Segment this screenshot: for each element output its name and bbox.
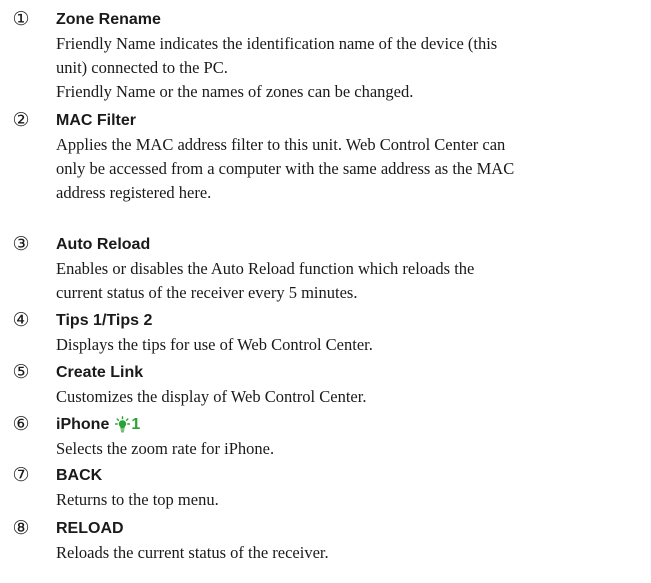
description-line: Customizes the display of Web Control Ce…	[56, 387, 367, 406]
item-number: ②	[12, 109, 30, 131]
list-item-zone-rename: ① Zone Rename Friendly Name indicates th…	[0, 7, 497, 104]
item-description: Customizes the display of Web Control Ce…	[56, 385, 366, 409]
item-description: Reloads the current status of the receiv…	[56, 541, 329, 565]
item-title-row: iPhone 1	[56, 412, 274, 437]
list-item-reload: ⑧ RELOAD Reloads the current status of t…	[0, 516, 329, 565]
list-item-back: ⑦ BACK Returns to the top menu.	[0, 463, 219, 512]
description-line: Enables or disables the Auto Reload func…	[56, 259, 475, 278]
description-line: Displays the tips for use of Web Control…	[56, 335, 373, 354]
item-number: ⑦	[12, 464, 30, 486]
list-item-tips: ④ Tips 1/Tips 2 Displays the tips for us…	[0, 308, 373, 357]
list-item-create-link: ⑤ Create Link Customizes the display of …	[0, 360, 366, 409]
description-line: Applies the MAC address filter to this u…	[56, 135, 506, 154]
tip-bulb-icon	[115, 416, 131, 433]
description-line: only be accessed from a computer with th…	[56, 159, 515, 178]
item-description: Selects the zoom rate for iPhone.	[56, 437, 274, 461]
item-description: Friendly Name indicates the identificati…	[56, 32, 497, 104]
item-number: ⑧	[12, 517, 30, 539]
item-title: Create Link	[56, 364, 144, 381]
item-number: ③	[12, 233, 30, 255]
description-line: Friendly Name indicates the identificati…	[56, 34, 498, 53]
description-line: Returns to the top menu.	[56, 490, 219, 509]
description-line: current status of the receiver every 5 m…	[56, 283, 358, 302]
note-number: 1	[131, 416, 141, 433]
item-title: MAC Filter	[56, 112, 136, 129]
item-description: Enables or disables the Auto Reload func…	[56, 257, 474, 305]
note-reference: 1	[115, 412, 140, 437]
item-description: Returns to the top menu.	[56, 488, 219, 512]
description-line: Friendly Name or the names of zones can …	[56, 82, 414, 101]
item-title: Tips 1/Tips 2	[56, 312, 153, 329]
list-item-auto-reload: ③ Auto Reload Enables or disables the Au…	[0, 232, 474, 305]
description-line: Reloads the current status of the receiv…	[56, 543, 329, 562]
item-title: Auto Reload	[56, 236, 151, 253]
description-line: Selects the zoom rate for iPhone.	[56, 439, 275, 458]
item-number: ④	[12, 309, 30, 331]
item-number: ①	[12, 8, 30, 30]
item-number: ⑥	[12, 413, 30, 435]
item-description: Displays the tips for use of Web Control…	[56, 333, 373, 357]
list-item-iphone: ⑥ iPhone 1 Selects the zoom rate for iPh…	[0, 412, 274, 461]
list-item-mac-filter: ② MAC Filter Applies the MAC address fil…	[0, 108, 514, 205]
description-line: address registered here.	[56, 183, 212, 202]
item-description: Applies the MAC address filter to this u…	[56, 133, 514, 205]
item-title: RELOAD	[56, 520, 124, 537]
item-title: iPhone	[56, 416, 110, 433]
description-line: unit) connected to the PC.	[56, 58, 228, 77]
item-title: Zone Rename	[56, 11, 161, 28]
item-title: BACK	[56, 467, 103, 484]
item-number: ⑤	[12, 361, 30, 383]
